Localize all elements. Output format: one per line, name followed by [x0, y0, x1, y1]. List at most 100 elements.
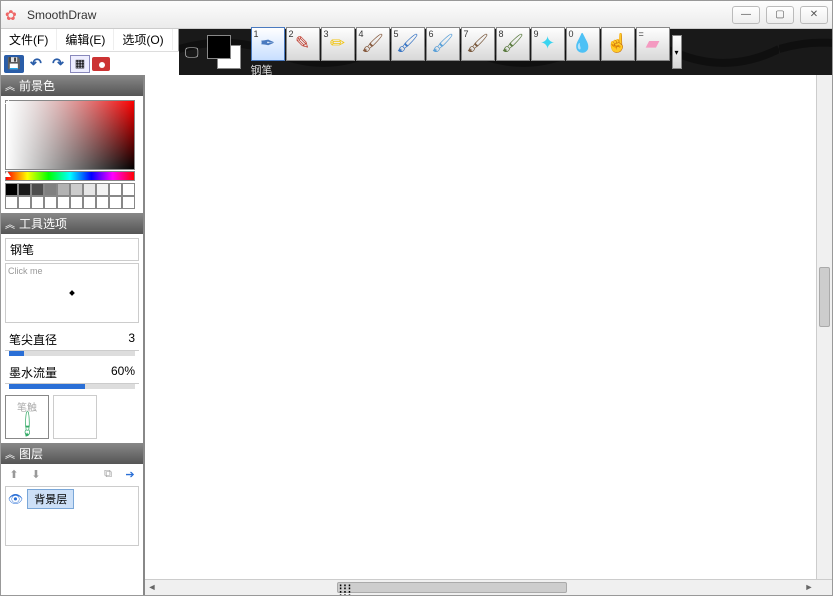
color-swatch[interactable]	[5, 196, 18, 209]
brush-tool-3[interactable]: 6🖌	[426, 27, 460, 61]
brush-tool-5[interactable]: 8🖌	[496, 27, 530, 61]
vertical-scroll-thumb[interactable]	[819, 267, 830, 327]
water-tool[interactable]: 0💧	[566, 27, 600, 61]
pencil-tool[interactable]: 2✎	[286, 27, 320, 61]
horizontal-scrollbar[interactable]: ◄ ⁞⁞⁞ ►	[145, 579, 832, 595]
stroke-thumb-1[interactable]: 笔触 🖌	[5, 395, 49, 439]
ink-flow-row: 墨水流量 60%	[5, 362, 139, 384]
color-swatch[interactable]	[109, 196, 122, 209]
layer-list[interactable]: 👁 背景层	[5, 486, 139, 546]
drawing-canvas[interactable]	[145, 75, 832, 579]
hue-slider[interactable]	[5, 171, 135, 181]
tool-options-panel-header[interactable]: ︽ 工具选项	[1, 213, 143, 234]
tip-diameter-label: 笔尖直径	[9, 331, 57, 348]
menu-and-quickbar: 文件(F) 编辑(E) 选项(O) 💾 ↶ ↷ ▦	[1, 29, 179, 75]
app-logo-icon	[5, 7, 21, 23]
stroke-thumb-2[interactable]	[53, 395, 97, 439]
layers-toolbar: ⬆ ⬇ ⧉ ➔	[1, 464, 143, 484]
layer-copy-button[interactable]: ⧉	[99, 466, 117, 482]
eraser-tool[interactable]: =▰	[636, 27, 670, 61]
horizontal-scroll-thumb[interactable]: ⁞⁞⁞	[337, 582, 567, 593]
menu-file[interactable]: 文件(F)	[1, 29, 57, 50]
color-swatch[interactable]	[44, 196, 57, 209]
brush-preview[interactable]: Click me	[5, 263, 139, 323]
menu-edit[interactable]: 编辑(E)	[57, 29, 114, 50]
save-button[interactable]: 💾	[4, 55, 24, 73]
brush-dropdown-handle[interactable]: ▾	[672, 35, 682, 69]
resize-grip[interactable]	[816, 580, 832, 595]
brush-toolbar: 🖵 1✒钢笔2✎3✏4🖌5🖌6🖌7🖌8🖌9✦0💧☝=▰ ▾	[179, 29, 832, 75]
collapse-icon: ︽	[5, 446, 15, 461]
menu-bar: 文件(F) 编辑(E) 选项(O)	[1, 29, 179, 51]
ink-flow-value: 60%	[111, 364, 135, 381]
color-swatch[interactable]	[44, 183, 57, 196]
brush-preview-dot	[69, 290, 75, 296]
star-tool[interactable]: 9✦	[531, 27, 565, 61]
brush-tool-2[interactable]: 5🖌	[391, 27, 425, 61]
brush-tool-4[interactable]: 7🖌	[461, 27, 495, 61]
brush-tool-1[interactable]: 4🖌	[356, 27, 390, 61]
color-swatch[interactable]	[70, 183, 83, 196]
menubar-row: 文件(F) 编辑(E) 选项(O) 💾 ↶ ↷ ▦ 🖵 1✒钢笔2✎3✏4🖌5�	[1, 29, 832, 75]
color-swatch[interactable]	[18, 196, 31, 209]
color-swatch[interactable]	[18, 183, 31, 196]
layer-name[interactable]: 背景层	[27, 489, 74, 509]
color-swatch[interactable]	[83, 183, 96, 196]
layer-up-button[interactable]: ⬆	[5, 466, 23, 482]
swatch-palette	[5, 183, 139, 209]
color-swatch[interactable]	[122, 183, 135, 196]
color-swatch[interactable]	[5, 183, 18, 196]
screen-icon[interactable]: 🖵	[185, 44, 199, 61]
window-title: SmoothDraw	[27, 8, 732, 22]
record-button[interactable]	[92, 57, 110, 71]
scroll-right-arrow[interactable]: ►	[802, 580, 816, 594]
color-swatch[interactable]	[122, 196, 135, 209]
color-swatch[interactable]	[96, 183, 109, 196]
scroll-left-arrow[interactable]: ◄	[145, 580, 159, 594]
fg-color-swatch[interactable]	[207, 35, 231, 59]
minimize-button[interactable]: —	[732, 6, 760, 24]
collapse-icon: ︽	[5, 216, 15, 231]
layer-down-button[interactable]: ⬇	[27, 466, 45, 482]
color-swatch[interactable]	[109, 183, 122, 196]
tip-diameter-row: 笔尖直径 3	[5, 329, 139, 351]
color-swatch[interactable]	[31, 183, 44, 196]
layer-item[interactable]: 👁 背景层	[6, 487, 138, 511]
color-swatch[interactable]	[96, 196, 109, 209]
foreground-panel-header[interactable]: ︽ 前景色	[1, 75, 143, 96]
pen-tool[interactable]: 1✒	[251, 27, 285, 61]
left-sidebar: ︽ 前景色 ︽ 工具选项 钢笔 Click me	[1, 75, 145, 595]
current-tool-name: 钢笔	[5, 238, 139, 261]
layer-add-button[interactable]: ➔	[121, 466, 139, 482]
ink-flow-slider[interactable]	[9, 384, 135, 389]
marker-tool[interactable]: 3✏	[321, 27, 355, 61]
menu-options[interactable]: 选项(O)	[114, 29, 172, 50]
fg-bg-swatches[interactable]	[207, 35, 241, 69]
color-swatch[interactable]	[83, 196, 96, 209]
redo-button[interactable]: ↷	[48, 55, 68, 73]
canvas-area: ◄ ⁞⁞⁞ ►	[145, 75, 832, 595]
foreground-panel-title: 前景色	[19, 77, 55, 94]
window-buttons: — ▢ ✕	[732, 6, 828, 24]
tip-diameter-slider[interactable]	[9, 351, 135, 356]
title-bar[interactable]: SmoothDraw — ▢ ✕	[1, 1, 832, 29]
undo-button[interactable]: ↶	[26, 55, 46, 73]
maximize-button[interactable]: ▢	[766, 6, 794, 24]
vertical-scrollbar[interactable]	[816, 75, 832, 579]
collapse-icon: ︽	[5, 78, 15, 93]
brush-tool-buttons: 1✒钢笔2✎3✏4🖌5🖌6🖌7🖌8🖌9✦0💧☝=▰	[251, 27, 670, 78]
color-swatch[interactable]	[57, 196, 70, 209]
brush-preview-hint: Click me	[8, 266, 43, 276]
color-swatch[interactable]	[31, 196, 44, 209]
color-swatch[interactable]	[70, 196, 83, 209]
close-button[interactable]: ✕	[800, 6, 828, 24]
main-area: ︽ 前景色 ︽ 工具选项 钢笔 Click me	[1, 75, 832, 595]
color-swatch[interactable]	[57, 183, 70, 196]
layers-panel-header[interactable]: ︽ 图层	[1, 443, 143, 464]
app-window: SmoothDraw — ▢ ✕ 文件(F) 编辑(E) 选项(O) 💾 ↶ ↷…	[0, 0, 833, 596]
quick-toolbar: 💾 ↶ ↷ ▦	[1, 51, 179, 75]
layer-visibility-icon[interactable]: 👁	[8, 492, 23, 506]
smudge-tool[interactable]: ☝	[601, 27, 635, 61]
new-doc-button[interactable]: ▦	[70, 55, 90, 73]
color-field[interactable]	[5, 100, 135, 170]
